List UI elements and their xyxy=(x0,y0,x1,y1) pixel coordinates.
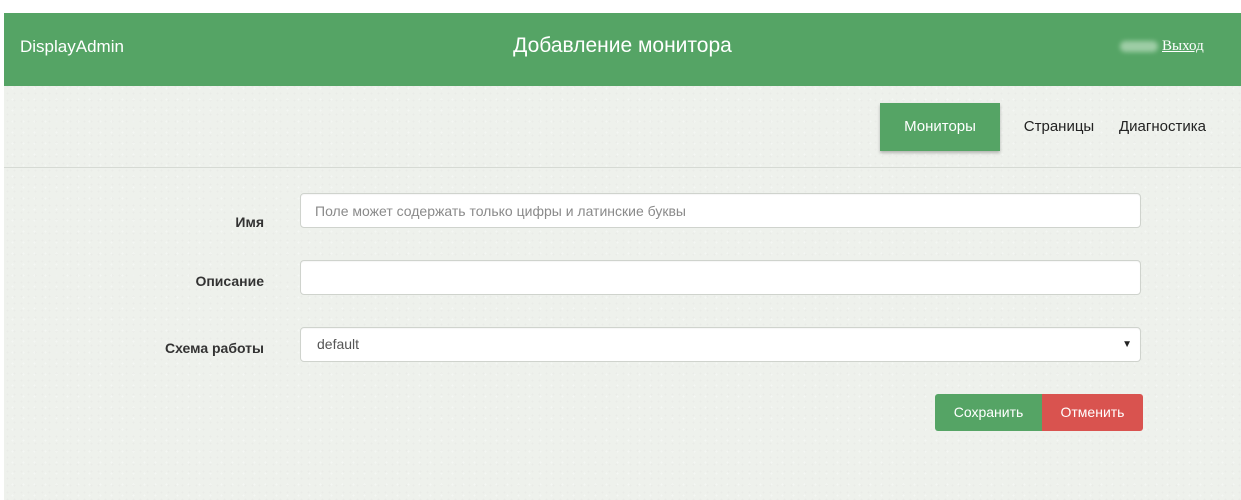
scheme-label: Схема работы xyxy=(165,340,264,356)
scheme-selected-value: default xyxy=(317,336,360,352)
top-bar: DisplayAdmin Добавление монитора Выход xyxy=(4,13,1241,86)
app-container: DisplayAdmin Добавление монитора Выход М… xyxy=(4,13,1241,500)
nav-item-monitors[interactable]: Мониторы xyxy=(880,103,1000,151)
description-label: Описание xyxy=(195,273,264,289)
cancel-button[interactable]: Отменить xyxy=(1042,394,1143,431)
username-blurred xyxy=(1120,41,1158,52)
name-input[interactable] xyxy=(300,193,1141,228)
page-title: Добавление монитора xyxy=(513,34,732,57)
nav-band: Мониторы Страницы Диагностика xyxy=(4,86,1241,168)
nav-item-diagnostics[interactable]: Диагностика xyxy=(1118,103,1241,151)
name-label: Имя xyxy=(235,214,264,230)
main-nav: Мониторы Страницы Диагностика xyxy=(880,103,1241,151)
nav-item-pages[interactable]: Страницы xyxy=(1000,103,1118,151)
save-button[interactable]: Сохранить xyxy=(935,394,1042,431)
scheme-select[interactable]: default ▼ xyxy=(300,327,1141,362)
description-input[interactable] xyxy=(300,260,1141,295)
brand-link[interactable]: DisplayAdmin xyxy=(20,37,124,57)
logout-link[interactable]: Выход xyxy=(1162,38,1204,55)
caret-down-icon: ▼ xyxy=(1122,339,1132,350)
